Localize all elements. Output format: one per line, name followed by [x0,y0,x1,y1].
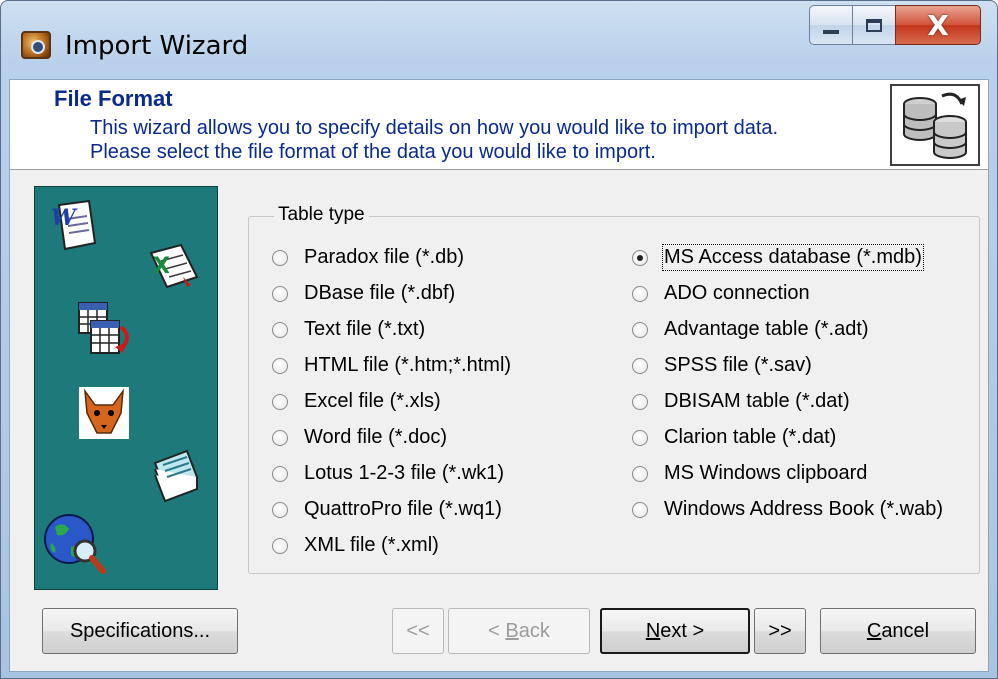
minimize-button[interactable] [809,5,853,45]
radio-label: XML file (*.xml) [304,534,439,556]
radio-button-icon[interactable] [272,285,288,302]
radio-label: ADO connection [664,282,810,304]
radio-label: DBase file (*.dbf) [304,282,456,304]
wizard-header: File Format This wizard allows you to sp… [10,80,988,170]
title-bar[interactable]: Import Wizard X [1,1,997,81]
radio-button-icon[interactable] [632,465,648,482]
radio-paradox[interactable]: Paradox file (*.db) [272,246,464,269]
radio-lotus[interactable]: Lotus 1-2-3 file (*.wk1) [272,462,504,485]
radio-label: DBISAM table (*.dat) [664,390,850,412]
side-panel: W X [34,186,218,590]
cancel-rest: ancel [881,619,930,642]
table-import-icon [75,297,135,366]
radio-label: Word file (*.doc) [304,426,448,448]
radio-address-book[interactable]: Windows Address Book (*.wab) [632,498,943,521]
radio-label: Lotus 1-2-3 file (*.wk1) [304,462,505,484]
radio-label: QuattroPro file (*.wq1) [304,498,502,520]
radio-ado[interactable]: ADO connection [632,282,810,305]
excel-document-icon: X [143,239,203,304]
radio-advantage[interactable]: Advantage table (*.adt) [632,318,869,341]
specifications-button[interactable]: Specifications... [42,608,238,654]
globe-search-icon [41,507,111,586]
radio-label: Paradox file (*.db) [304,246,465,268]
radio-button-selected-icon[interactable] [632,249,648,266]
radio-label: Text file (*.txt) [304,318,426,340]
back-mnemonic: B [505,619,519,642]
radio-spss[interactable]: SPSS file (*.sav) [632,354,812,377]
radio-label: Advantage table (*.adt) [664,318,869,340]
maximize-icon [866,18,882,32]
radio-button-icon[interactable] [632,357,648,374]
svg-text:W: W [51,205,78,231]
radio-button-icon[interactable] [632,501,648,518]
foxpro-icon [77,383,131,448]
first-page-button[interactable]: << [392,608,444,654]
radio-button-icon[interactable] [272,321,288,338]
radio-label: Clarion table (*.dat) [664,426,837,448]
close-icon: X [927,8,949,42]
cancel-mnemonic: C [866,619,882,642]
wizard-client-area: File Format This wizard allows you to sp… [9,79,989,672]
cancel-button[interactable]: Cancel [820,608,976,654]
word-document-icon: W [49,199,105,260]
close-button[interactable]: X [895,5,981,45]
radio-label: MS Access database (*.mdb) [662,244,924,271]
window-title: Import Wizard [65,31,249,61]
back-rest: ack [518,619,550,642]
radio-button-icon[interactable] [272,249,288,266]
table-type-label: Table type [274,204,369,226]
radio-button-icon[interactable] [632,321,648,338]
import-wizard-window: Import Wizard X File Format This wizard … [0,0,998,679]
database-import-icon [890,84,980,166]
radio-xml[interactable]: XML file (*.xml) [272,534,439,557]
radio-button-icon[interactable] [272,537,288,554]
radio-button-icon[interactable] [272,393,288,410]
radio-quattropro[interactable]: QuattroPro file (*.wq1) [272,498,502,521]
next-mnemonic: N [645,619,661,642]
minimize-icon [823,30,839,34]
radio-ms-access[interactable]: MS Access database (*.mdb) [632,244,924,271]
radio-clarion[interactable]: Clarion table (*.dat) [632,426,836,449]
app-icon [21,31,51,59]
radio-word[interactable]: Word file (*.doc) [272,426,447,449]
radio-button-icon[interactable] [272,357,288,374]
radio-button-icon[interactable] [632,429,648,446]
radio-label: MS Windows clipboard [664,462,868,484]
page-title: File Format [54,86,173,111]
back-button[interactable]: < Back [448,608,590,654]
radio-dbisam[interactable]: DBISAM table (*.dat) [632,390,850,413]
maximize-button[interactable] [852,5,896,45]
back-prefix: < [488,619,500,642]
svg-text:X: X [153,254,170,279]
radio-button-icon[interactable] [632,393,648,410]
last-page-button[interactable]: >> [754,608,806,654]
page-description: This wizard allows you to specify detail… [90,117,779,163]
radio-label: Excel file (*.xls) [304,390,441,412]
next-button[interactable]: Next > [600,608,750,654]
radio-text[interactable]: Text file (*.txt) [272,318,425,341]
radio-clipboard[interactable]: MS Windows clipboard [632,462,867,485]
radio-button-icon[interactable] [272,465,288,482]
next-rest: ext > [660,619,705,642]
radio-button-icon[interactable] [632,285,648,302]
radio-excel[interactable]: Excel file (*.xls) [272,390,441,413]
radio-label: HTML file (*.htm;*.html) [304,354,512,376]
radio-button-icon[interactable] [272,501,288,518]
radio-button-icon[interactable] [272,429,288,446]
radio-label: Windows Address Book (*.wab) [664,498,944,520]
radio-html[interactable]: HTML file (*.htm;*.html) [272,354,511,377]
notepad-icon [141,443,205,512]
radio-label: SPSS file (*.sav) [664,354,812,376]
radio-dbase[interactable]: DBase file (*.dbf) [272,282,455,305]
